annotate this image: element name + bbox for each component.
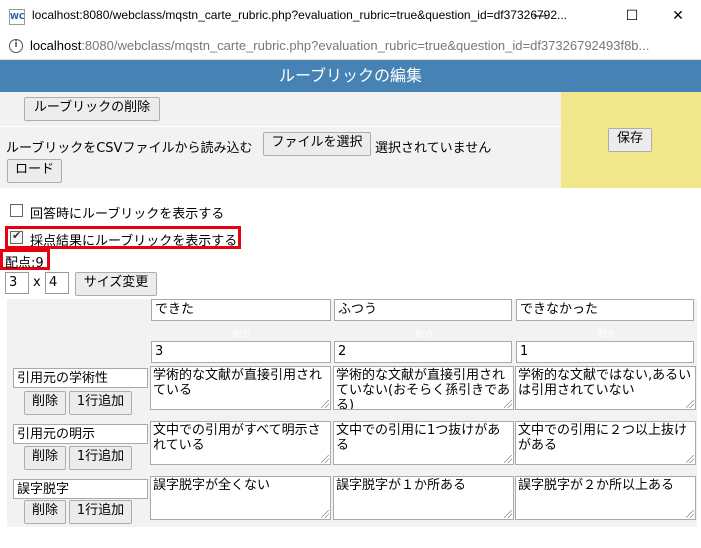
delete-row-button[interactable]: 削除 <box>24 446 66 470</box>
delete-rubric-button[interactable]: ルーブリックの削除 <box>24 97 160 121</box>
rows-input[interactable]: 3 <box>5 272 29 294</box>
maximize-button[interactable]: ☐ <box>609 0 655 32</box>
cell-text: 文中での引用に２つ以上抜けがある <box>518 423 688 453</box>
points-caption: 配点 <box>415 330 434 340</box>
page-title: ルーブリックの編集 <box>0 60 701 92</box>
panel-divider <box>0 126 561 127</box>
resize-grip-icon[interactable] <box>321 400 329 408</box>
close-button[interactable]: ✕ <box>655 0 701 32</box>
show-on-result-checkbox[interactable] <box>10 229 23 244</box>
level-label-input[interactable]: できた <box>151 299 331 321</box>
criterion-cell-textarea[interactable]: 学術的な文献が直接引用されていない(おそらく孫引きである) <box>333 366 514 410</box>
file-select-button[interactable]: ファイルを選択 <box>263 132 371 156</box>
resize-grip-icon[interactable] <box>504 400 512 408</box>
add-row-button[interactable]: 1行追加 <box>69 500 132 524</box>
size-times-label: x <box>33 275 41 290</box>
minimize-button[interactable]: — <box>517 0 563 32</box>
add-row-button[interactable]: 1行追加 <box>69 446 132 470</box>
cell-text: 文中での引用に1つ抜けがある <box>336 423 501 453</box>
show-on-answer-label: 回答時にルーブリックを表示する <box>30 207 225 222</box>
level-label-input[interactable]: できなかった <box>516 299 694 321</box>
criterion-cell-textarea[interactable]: 文中での引用に1つ抜けがある <box>333 421 514 465</box>
criterion-cell-textarea[interactable]: 文中での引用がすべて明示されている <box>150 421 331 465</box>
csv-import-label: ルーブリックをCSVファイルから読み込む <box>6 141 253 156</box>
resize-grip-icon[interactable] <box>686 510 694 518</box>
add-row-button[interactable]: 1行追加 <box>69 391 132 415</box>
cell-text: 誤字脱字が１か所ある <box>336 478 467 493</box>
criterion-cell-textarea[interactable]: 誤字脱字が１か所ある <box>333 476 514 520</box>
resize-button[interactable]: サイズ変更 <box>75 272 157 296</box>
criterion-name-input[interactable]: 引用元の明示 <box>13 424 148 444</box>
url-text[interactable]: localhost:8080/webclass/mqstn_carte_rubr… <box>30 38 649 53</box>
cell-text: 学術的な文献ではない,あるいは引用されていない <box>518 368 692 398</box>
window-titlebar: WC localhost:8080/webclass/mqstn_carte_r… <box>0 0 701 34</box>
url-path: :8080/webclass/mqstn_carte_rubric.php?ev… <box>81 38 650 53</box>
points-caption: 配点 <box>232 330 251 340</box>
window-title: localhost:8080/webclass/mqstn_carte_rubr… <box>32 8 568 22</box>
save-button[interactable]: 保存 <box>608 128 652 152</box>
criterion-cell-textarea[interactable]: 誤字脱字が２か所以上ある <box>515 476 696 520</box>
app-icon: WC <box>9 9 25 25</box>
delete-row-button[interactable]: 削除 <box>24 500 66 524</box>
level-label-input[interactable]: ふつう <box>334 299 512 321</box>
cell-text: 学術的な文献が直接引用されている <box>153 368 323 398</box>
resize-grip-icon[interactable] <box>686 455 694 463</box>
resize-grip-icon[interactable] <box>686 400 694 408</box>
file-status-text: 選択されていません <box>375 141 492 156</box>
points-caption: 配点 <box>597 330 616 340</box>
show-on-answer-checkbox[interactable] <box>10 204 23 217</box>
delete-row-button[interactable]: 削除 <box>24 391 66 415</box>
level-points-input[interactable]: 2 <box>334 341 512 363</box>
criterion-cell-textarea[interactable]: 文中での引用に２つ以上抜けがある <box>515 421 696 465</box>
cell-text: 文中での引用がすべて明示されている <box>153 423 321 453</box>
level-points-input[interactable]: 1 <box>516 341 694 363</box>
address-bar[interactable]: i localhost:8080/webclass/mqstn_carte_ru… <box>0 34 701 60</box>
info-icon[interactable]: i <box>9 39 23 53</box>
url-host: localhost <box>30 38 82 53</box>
resize-grip-icon[interactable] <box>321 510 329 518</box>
cell-text: 誤字脱字が全くない <box>153 478 271 493</box>
resize-grip-icon[interactable] <box>504 510 512 518</box>
criterion-cell-textarea[interactable]: 誤字脱字が全くない <box>150 476 331 520</box>
criterion-cell-textarea[interactable]: 学術的な文献が直接引用されている <box>150 366 331 410</box>
criterion-cell-textarea[interactable]: 学術的な文献ではない,あるいは引用されていない <box>515 366 696 410</box>
level-points-input[interactable]: 3 <box>151 341 331 363</box>
show-on-result-label: 採点結果にルーブリックを表示する <box>30 234 238 249</box>
resize-grip-icon[interactable] <box>504 455 512 463</box>
resize-grip-icon[interactable] <box>321 455 329 463</box>
criterion-name-input[interactable]: 引用元の学術性 <box>13 368 148 388</box>
load-button[interactable]: ロード <box>7 159 62 183</box>
cell-text: 誤字脱字が２か所以上ある <box>518 478 675 493</box>
criterion-name-input[interactable]: 誤字脱字 <box>13 479 148 499</box>
cell-text: 学術的な文献が直接引用されていない(おそらく孫引きである) <box>336 368 510 410</box>
score-total-label: 配点:9 <box>5 256 44 271</box>
cols-input[interactable]: 4 <box>45 272 69 294</box>
